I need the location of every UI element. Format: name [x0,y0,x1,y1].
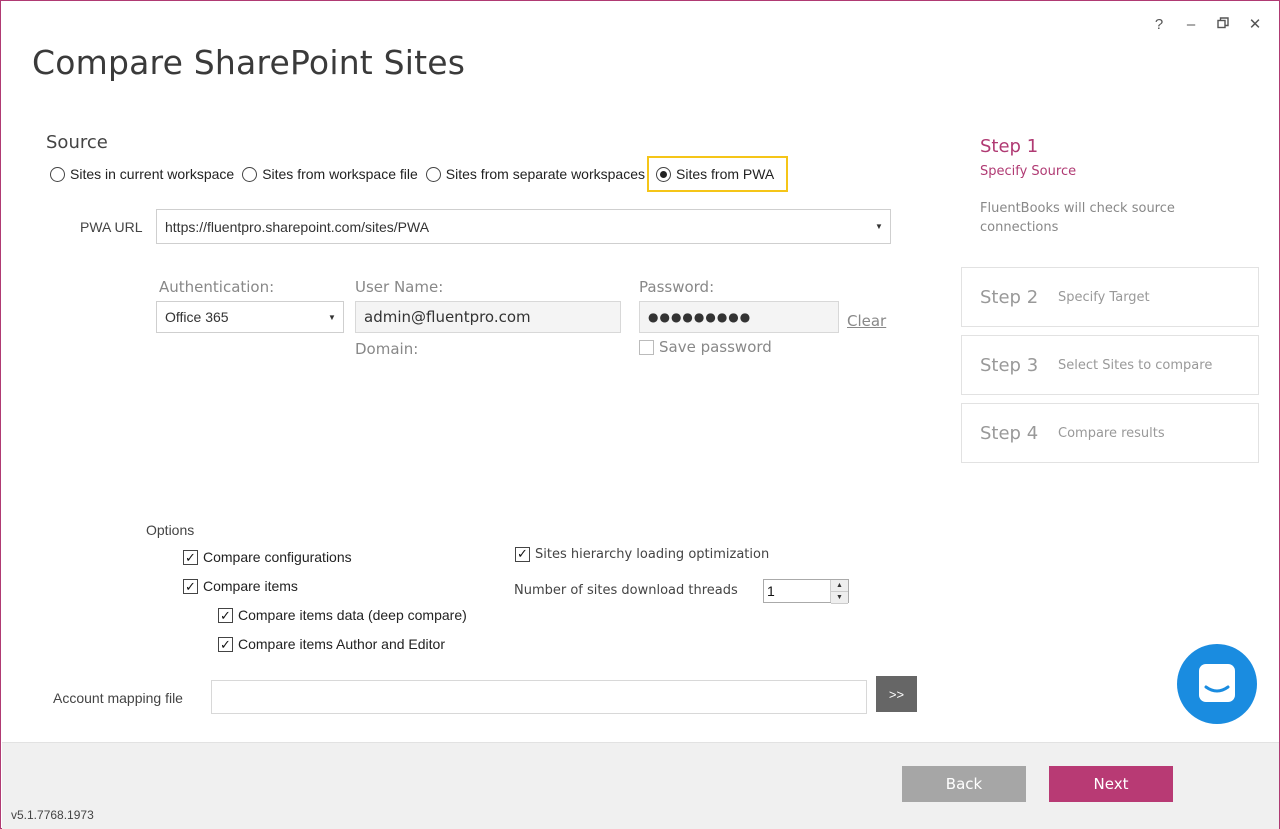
restore-icon[interactable] [1213,15,1233,35]
restore-icon-graphic [1217,17,1229,29]
radio-indicator [656,166,671,182]
step-3-card[interactable]: Step 3 Select Sites to compare [961,335,1259,395]
radio-label: Sites from workspace file [262,166,418,182]
page-title: Compare SharePoint Sites [32,43,466,82]
username-input[interactable]: admin@fluentpro.com [355,301,621,333]
hierarchy-optimization-checkbox[interactable]: ✓ Sites hierarchy loading optimization [515,547,769,562]
browse-button[interactable]: >> [876,676,917,712]
chat-icon-graphic [1199,664,1235,702]
step-1-description: FluentBooks will check source connection… [980,201,1175,235]
step-title: Select Sites to compare [1058,357,1213,373]
save-password-checkbox[interactable]: Save password [639,338,772,356]
pwa-url-label: PWA URL [80,219,143,235]
step-1-number: Step 1 [980,136,1039,157]
password-label: Password: [639,278,715,296]
radio-indicator [50,166,65,182]
username-value: admin@fluentpro.com [364,308,531,326]
radio-label: Sites from PWA [676,166,775,182]
step-number: Step 2 [980,286,1039,308]
step-title: Specify Target [1058,289,1150,305]
stepper-down-icon[interactable]: ▼ [831,592,848,604]
checkmark-icon: ✓ [218,636,233,652]
save-password-label: Save password [659,338,772,356]
help-icon[interactable]: ? [1149,15,1169,35]
radio-sites-from-pwa[interactable]: Sites from PWA [647,156,789,192]
checkbox-label: Sites hierarchy loading optimization [535,547,770,562]
domain-label: Domain: [355,340,419,358]
threads-stepper[interactable]: 1 ▲ ▼ [763,579,849,604]
compare-sites-window: ? – ✕ Compare SharePoint Sites Source Si… [0,0,1280,829]
compare-items-checkbox[interactable]: ✓ Compare items [183,578,298,594]
checkbox-label: Compare items Author and Editor [238,636,445,652]
checkmark-icon: ✓ [183,549,198,565]
radio-indicator [242,166,258,182]
stepper-up-icon[interactable]: ▲ [831,580,848,592]
radio-current-workspace[interactable]: Sites in current workspace [50,166,234,182]
checkbox-label: Compare configurations [203,549,352,565]
step-4-card[interactable]: Step 4 Compare results [961,403,1259,463]
account-mapping-input[interactable] [211,680,867,714]
radio-label: Sites from separate workspaces [445,166,645,182]
checkmark-icon: ✓ [183,578,198,594]
compare-items-author-checkbox[interactable]: ✓ Compare items Author and Editor [218,636,445,652]
password-input[interactable]: ●●●●●●●●● [639,301,839,333]
checkbox-label: Compare items [203,578,298,594]
checkmark-icon: ✓ [515,547,530,562]
password-value: ●●●●●●●●● [648,310,752,324]
stepper-buttons: ▲ ▼ [830,580,848,604]
next-button[interactable]: Next [1049,766,1173,802]
checkmark-icon: ✓ [218,607,233,623]
checkbox-label: Compare items data (deep compare) [238,607,467,623]
authentication-select[interactable]: Office 365 ▼ [156,301,344,333]
radio-indicator [425,166,441,182]
threads-label: Number of sites download threads [514,583,738,598]
options-title: Options [146,522,195,538]
step-number: Step 3 [980,354,1039,376]
authentication-value: Office 365 [165,309,229,325]
username-label: User Name: [355,278,444,296]
source-radio-group: Sites in current workspace Sites from wo… [50,156,796,192]
compare-items-data-checkbox[interactable]: ✓ Compare items data (deep compare) [218,607,467,623]
step-2-card[interactable]: Step 2 Specify Target [961,267,1259,327]
chevron-down-icon[interactable]: ▼ [868,222,890,231]
account-mapping-label: Account mapping file [53,690,183,706]
step-title: Compare results [1058,425,1165,441]
radio-label: Sites in current workspace [70,166,235,182]
back-button[interactable]: Back [902,766,1026,802]
version-label: v5.1.7768.1973 [11,808,94,822]
radio-workspace-file[interactable]: Sites from workspace file [242,166,418,182]
checkbox-indicator [639,339,654,355]
compare-configurations-checkbox[interactable]: ✓ Compare configurations [183,549,352,565]
chat-icon[interactable] [1177,644,1257,724]
radio-separate-workspaces[interactable]: Sites from separate workspaces [425,166,645,182]
pwa-url-value: https://fluentpro.sharepoint.com/sites/P… [165,218,430,235]
step-number: Step 4 [980,422,1039,444]
close-icon[interactable]: ✕ [1245,15,1265,35]
step-1-title: Specify Source [980,164,1077,179]
pwa-url-combo[interactable]: https://fluentpro.sharepoint.com/sites/P… [156,209,891,244]
minimize-icon[interactable]: – [1181,15,1201,35]
clear-link[interactable]: Clear [847,312,886,330]
chevron-down-icon[interactable]: ▼ [321,313,343,322]
authentication-label: Authentication: [159,278,275,296]
source-title: Source [46,132,108,153]
threads-value: 1 [767,583,775,599]
